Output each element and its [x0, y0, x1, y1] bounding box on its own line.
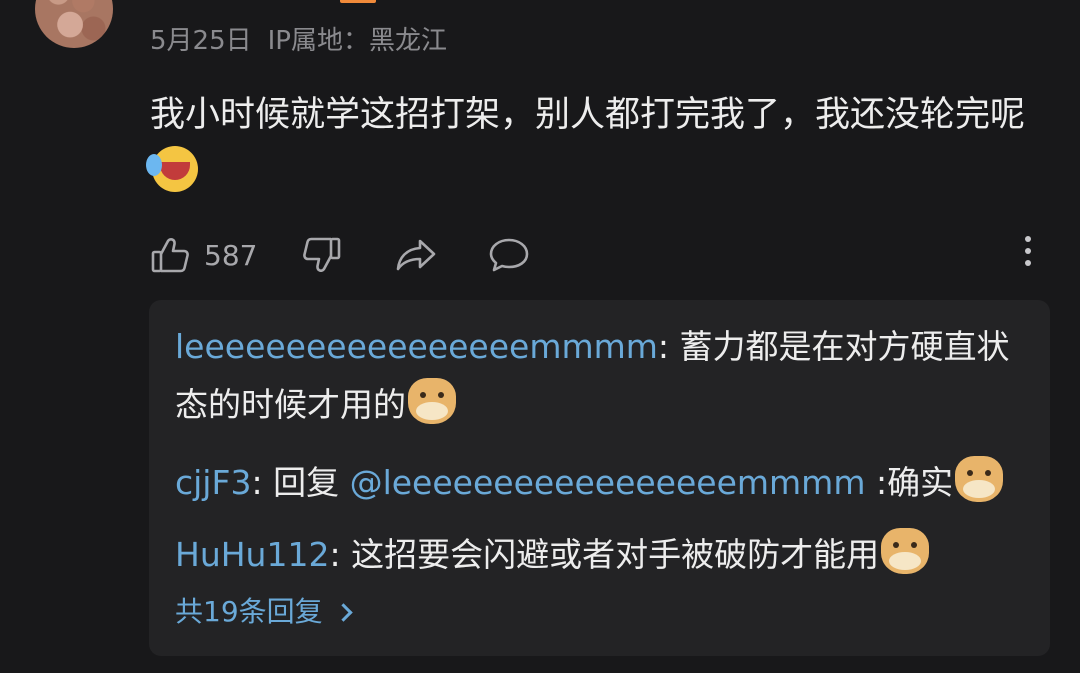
more-replies-label: 共19条回复: [175, 595, 323, 628]
comment-text: 我小时候就学这招打架，别人都打完我了，我还没轮完呢: [150, 95, 1026, 135]
reply-item[interactable]: cjjF3: 回复 @leeeeeeeeeeeeeeeeemmmm :确实: [175, 454, 1015, 512]
reply-prefix: 回复: [273, 463, 350, 502]
more-vertical-icon: [1018, 236, 1038, 266]
reply-text: 这招要会闪避或者对手被破防才能用: [351, 535, 880, 574]
level-badge: [340, 0, 376, 3]
dislike-button[interactable]: [302, 230, 342, 280]
like-count: 587: [204, 238, 258, 272]
reply-username[interactable]: leeeeeeeeeeeeeeeeemmmm: [175, 327, 658, 366]
comment-icon: [488, 235, 530, 275]
reply-item[interactable]: HuHu112: 这招要会闪避或者对手被破防才能用: [175, 526, 1015, 584]
doge-emoji-icon: [955, 456, 1004, 502]
thumbs-down-icon: [302, 235, 342, 275]
reply-panel[interactable]: leeeeeeeeeeeeeeeeemmmm: 蓄力都是在对方硬直状态的时候才用…: [149, 300, 1050, 656]
reply-mention[interactable]: @leeeeeeeeeeeeeeeeemmmm: [350, 463, 866, 502]
more-options-button[interactable]: [1018, 236, 1038, 276]
avatar[interactable]: [35, 0, 113, 48]
reply-separator: :: [329, 535, 352, 574]
share-button[interactable]: [394, 230, 438, 280]
thumbs-up-icon: [150, 235, 190, 275]
reply-button[interactable]: [488, 230, 530, 280]
chevron-right-icon: [333, 602, 353, 622]
doge-emoji-icon: [881, 528, 930, 574]
comment-meta: 5月25日 IP属地：黑龙江: [150, 20, 447, 57]
like-button[interactable]: 587: [150, 230, 257, 280]
ip-location: IP属地：黑龙江: [267, 26, 447, 56]
reply-text: :确实: [865, 463, 954, 502]
laugh-cry-emoji-icon: [146, 146, 198, 192]
reply-username[interactable]: HuHu112: [175, 535, 329, 574]
comment-body: 我小时候就学这招打架，别人都打完我了，我还没轮完呢: [146, 86, 1030, 202]
reply-item[interactable]: leeeeeeeeeeeeeeeeemmmm: 蓄力都是在对方硬直状态的时候才用…: [175, 318, 1015, 434]
doge-emoji-icon: [408, 378, 456, 424]
reply-separator: :: [657, 327, 680, 366]
share-icon: [394, 235, 438, 275]
reply-username[interactable]: cjjF3: [175, 463, 251, 502]
reply-separator: :: [251, 463, 274, 502]
comment-page: 5月25日 IP属地：黑龙江 我小时候就学这招打架，别人都打完我了，我还没轮完呢 …: [0, 0, 1080, 673]
comment-date: 5月25日: [150, 26, 252, 56]
view-more-replies-link[interactable]: 共19条回复: [175, 592, 353, 632]
comment-actions: 587: [150, 230, 1050, 280]
